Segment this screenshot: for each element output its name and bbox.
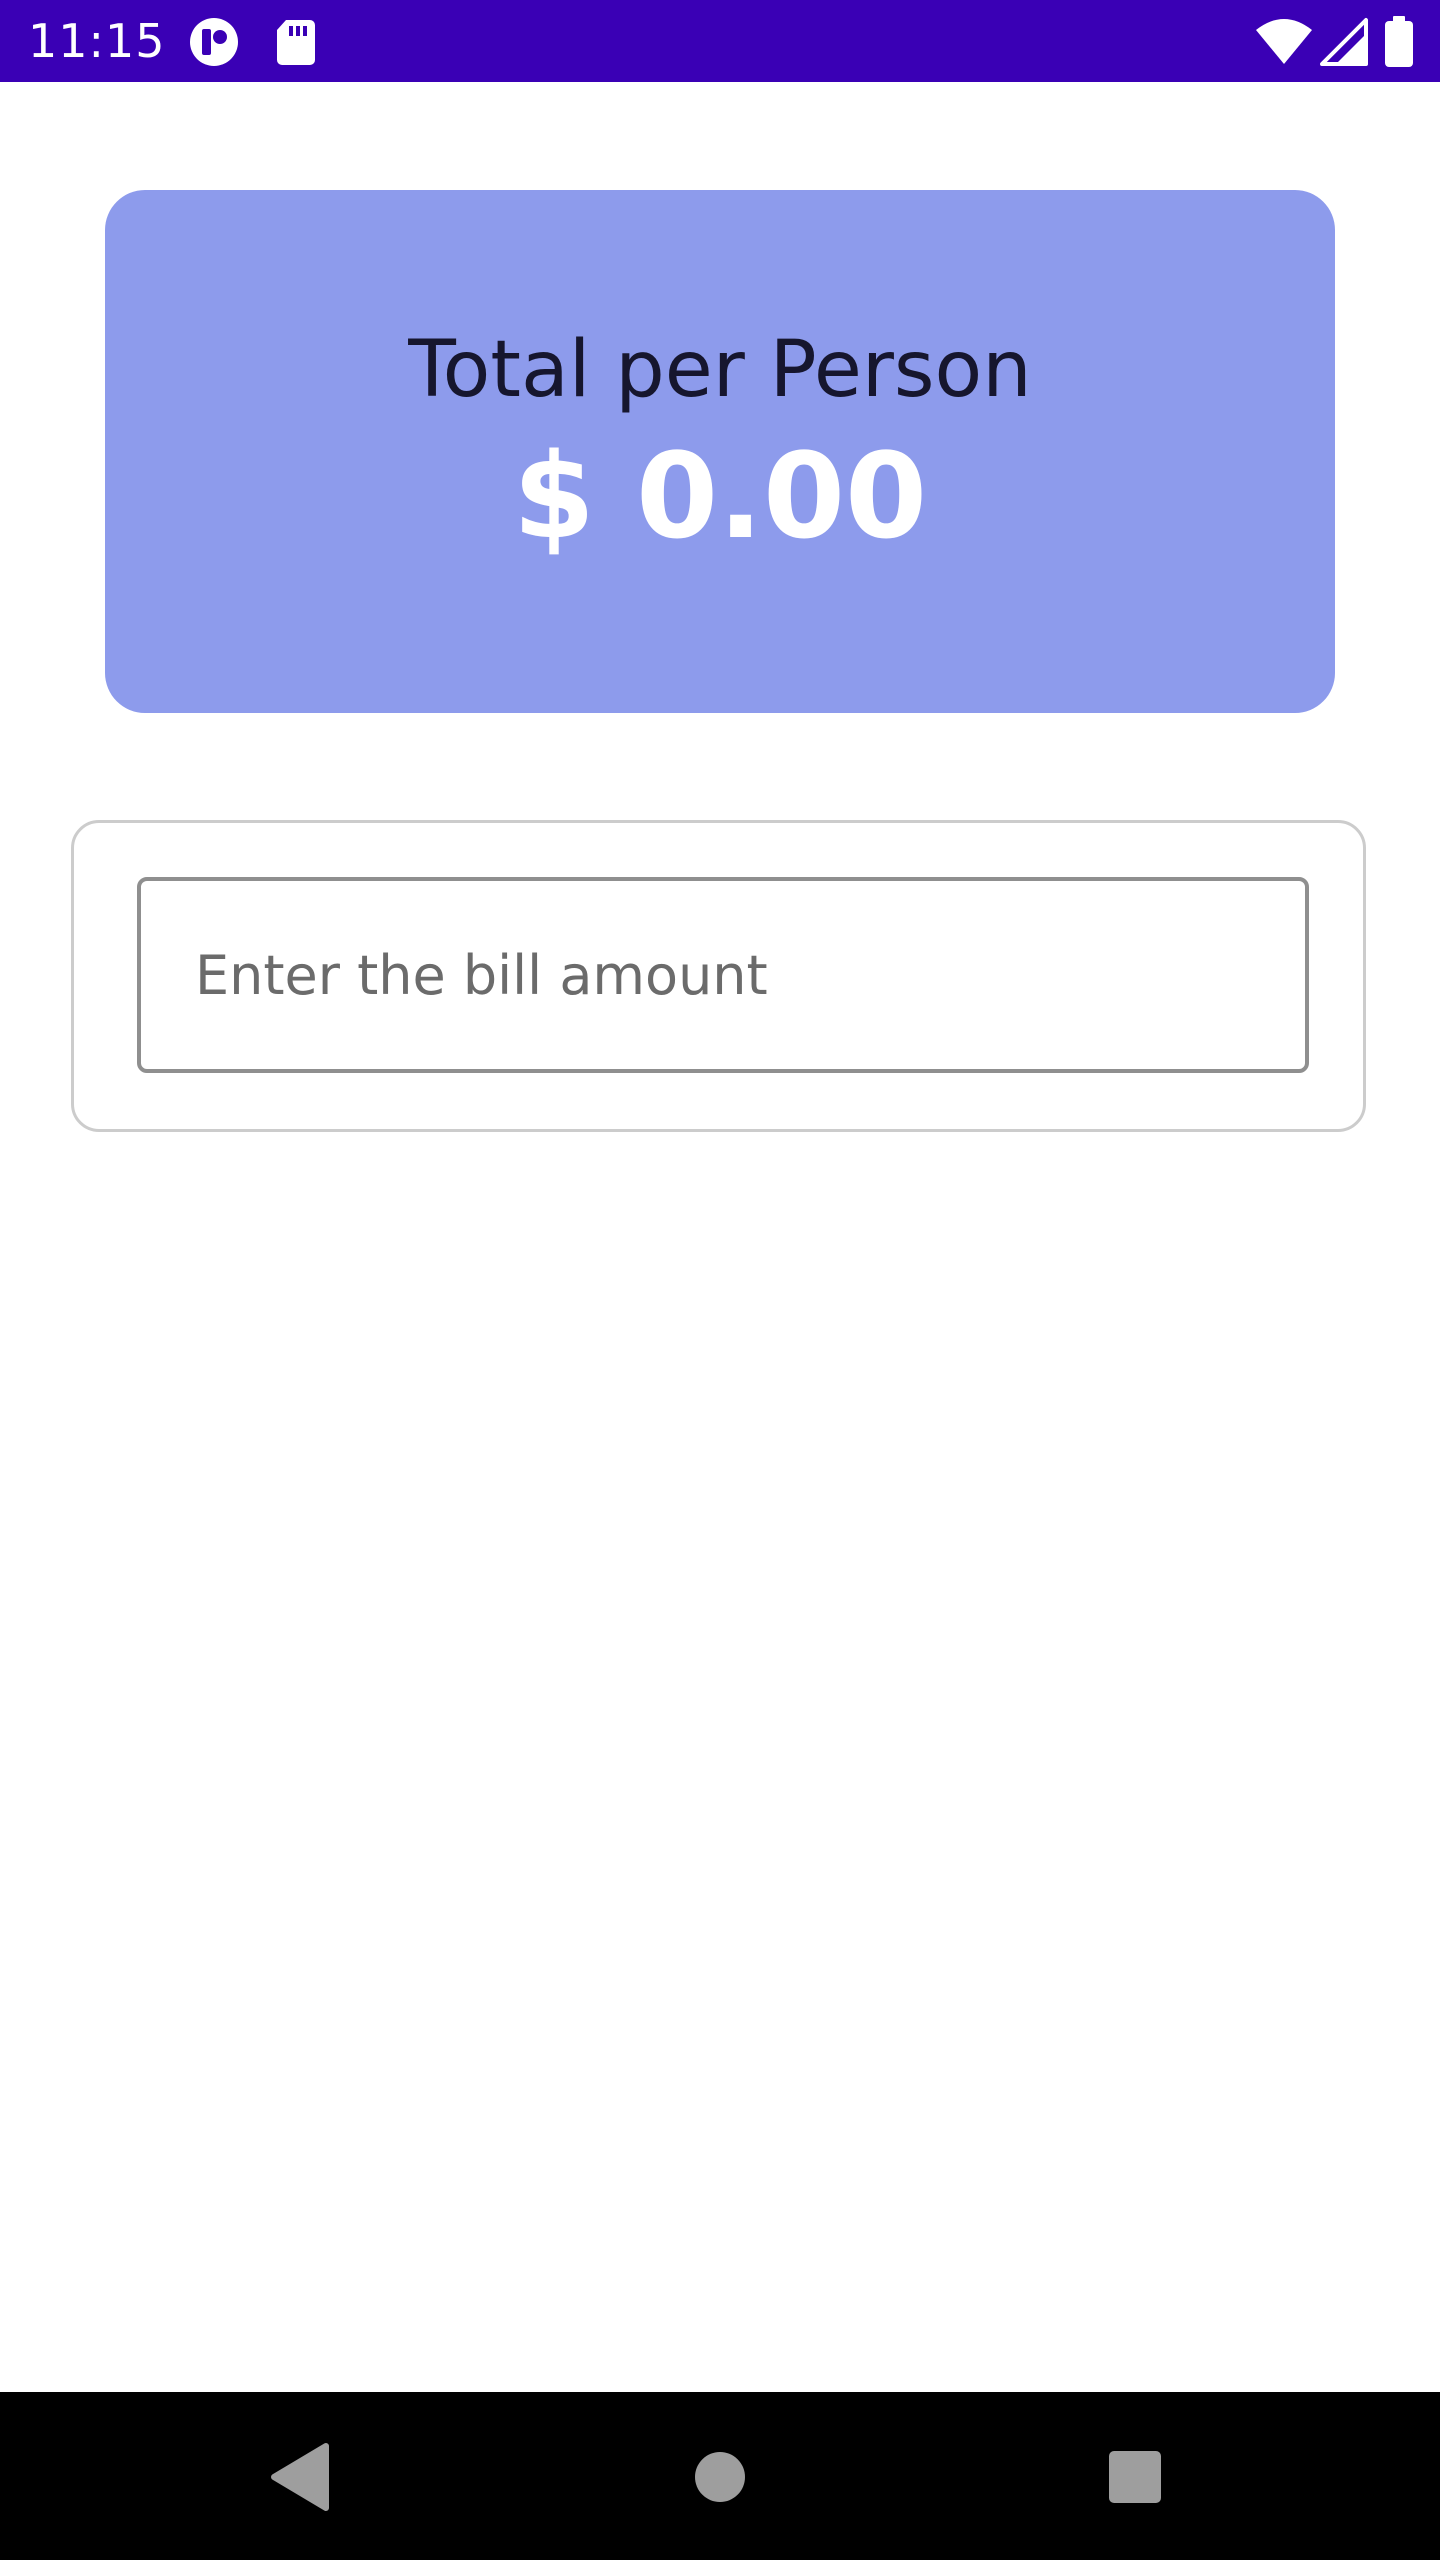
total-per-person-label: Total per Person [408,324,1032,415]
bill-input-card [71,820,1366,1132]
bill-amount-input[interactable] [141,881,1305,1069]
app-notification-icon [188,16,240,68]
back-icon[interactable] [256,2432,346,2522]
recents-icon[interactable] [1090,2432,1180,2522]
home-icon[interactable] [675,2432,765,2522]
status-time: 11:15 [28,14,166,68]
navigation-bar [0,2392,1440,2560]
bill-amount-field[interactable] [137,877,1309,1073]
app-screen: 11:15 Total per Person $ 0.00 Enter the … [0,0,1440,2560]
status-bar: 11:15 [0,0,1440,82]
battery-icon [1382,16,1416,68]
total-per-person-amount: $ 0.00 [512,426,928,565]
wifi-icon [1254,16,1314,68]
sd-card-icon [270,16,322,68]
cell-signal-icon [1318,16,1370,68]
total-per-person-card: Total per Person $ 0.00 [105,190,1335,713]
